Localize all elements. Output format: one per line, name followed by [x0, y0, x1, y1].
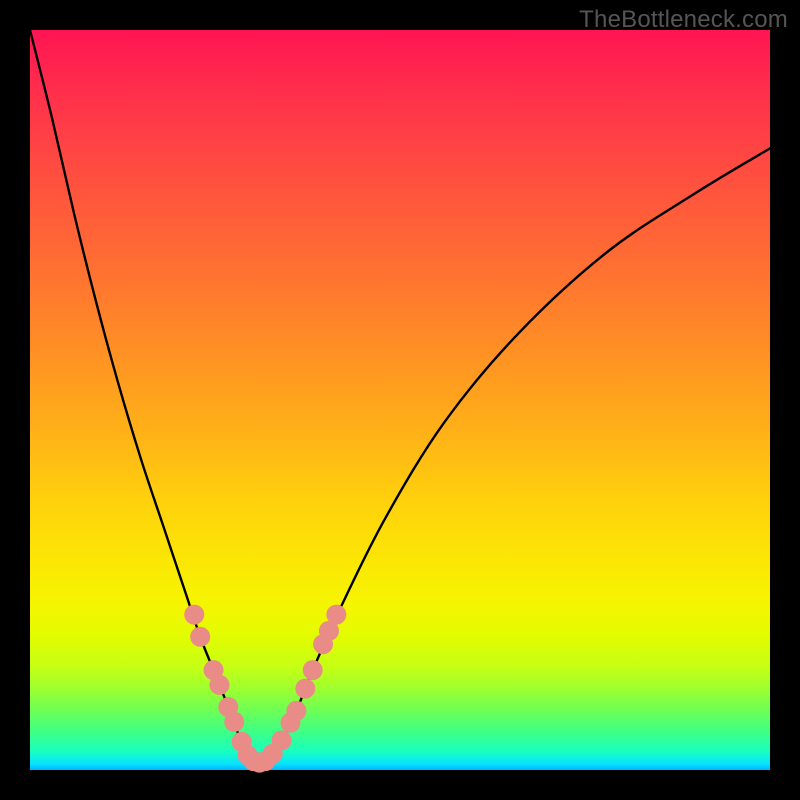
- bottleneck-curve: [30, 30, 770, 763]
- plot-area: [30, 30, 770, 770]
- watermark-text: TheBottleneck.com: [579, 6, 788, 34]
- marker-dot: [190, 627, 210, 647]
- marker-dot: [209, 675, 229, 695]
- chart-svg: [30, 30, 770, 770]
- marker-dot: [303, 660, 323, 680]
- marker-dots: [184, 605, 346, 773]
- marker-dot: [286, 701, 306, 721]
- chart-frame: TheBottleneck.com: [0, 0, 800, 800]
- marker-dot: [224, 712, 244, 732]
- marker-dot: [272, 730, 292, 750]
- marker-dot: [184, 605, 204, 625]
- marker-dot: [295, 679, 315, 699]
- marker-dot: [326, 605, 346, 625]
